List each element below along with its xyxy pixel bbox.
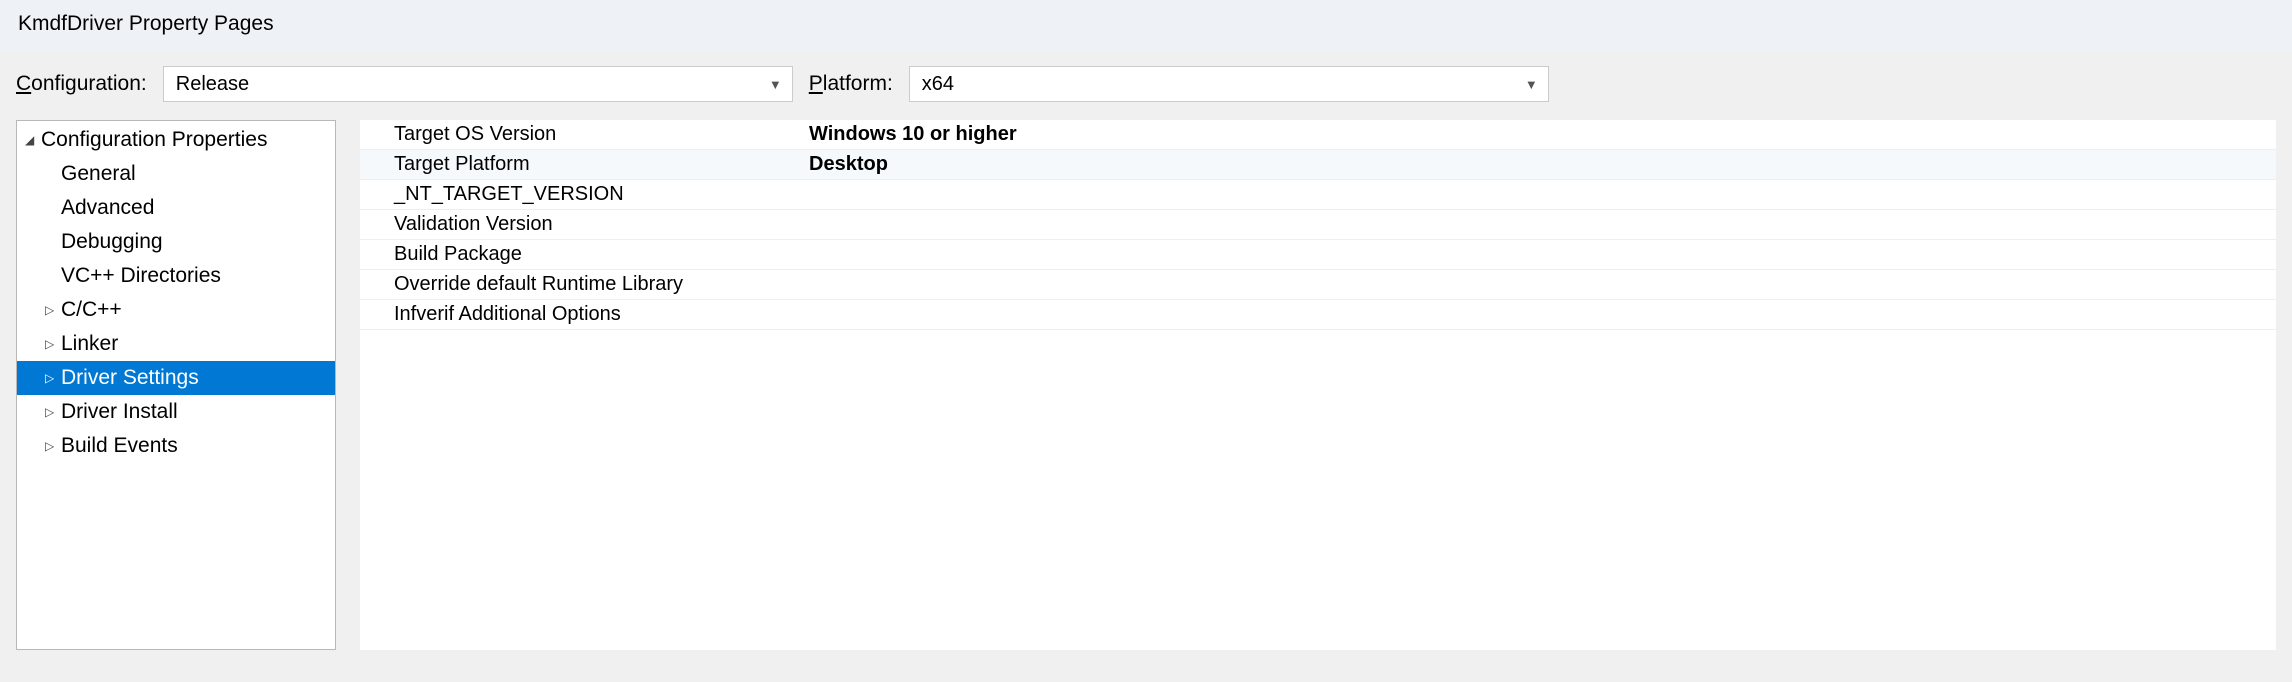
tree-root-configuration-properties[interactable]: ◢ Configuration Properties [17, 123, 335, 157]
grid-label: Target OS Version [360, 123, 805, 146]
tree-item-label: Driver Install [61, 397, 178, 427]
tree-expand-icon[interactable]: ▷ [45, 431, 59, 461]
tree-panel: ◢ Configuration Properties General Advan… [16, 120, 336, 650]
tree-item-debugging[interactable]: Debugging [17, 225, 335, 259]
platform-label: Platform: [809, 72, 893, 96]
grid-row-nt-target-version[interactable]: _NT_TARGET_VERSION [360, 180, 2276, 210]
window-title: KmdfDriver Property Pages [0, 0, 2292, 52]
tree-item-linker[interactable]: ▷ Linker [17, 327, 335, 361]
tree-root-label: Configuration Properties [41, 125, 267, 155]
tree-collapse-icon[interactable]: ◢ [25, 125, 39, 155]
chevron-down-icon: ▼ [769, 77, 782, 92]
configuration-value: Release [176, 73, 249, 96]
grid-row-infverif-options[interactable]: Infverif Additional Options [360, 300, 2276, 330]
tree-item-label: VC++ Directories [61, 261, 221, 291]
grid-label: _NT_TARGET_VERSION [360, 183, 805, 206]
tree-expand-icon[interactable]: ▷ [45, 295, 59, 325]
tree-item-label: Advanced [61, 193, 154, 223]
tree-item-label: General [61, 159, 136, 189]
tree-item-advanced[interactable]: Advanced [17, 191, 335, 225]
window-title-text: KmdfDriver Property Pages [18, 12, 274, 35]
main-area: ◢ Configuration Properties General Advan… [0, 120, 2292, 650]
tree-expand-icon[interactable]: ▷ [45, 397, 59, 427]
tree-item-build-events[interactable]: ▷ Build Events [17, 429, 335, 463]
configuration-label: Configuration: [16, 72, 147, 96]
config-bar: Configuration: Release ▼ Platform: x64 ▼ [0, 52, 2292, 120]
platform-dropdown[interactable]: x64 ▼ [909, 66, 1549, 102]
configuration-dropdown[interactable]: Release ▼ [163, 66, 793, 102]
tree-item-general[interactable]: General [17, 157, 335, 191]
tree-item-label: Build Events [61, 431, 178, 461]
grid-row-build-package[interactable]: Build Package [360, 240, 2276, 270]
tree-item-label: Linker [61, 329, 118, 359]
grid-row-target-os-version[interactable]: Target OS Version Windows 10 or higher [360, 120, 2276, 150]
tree-item-vcpp-directories[interactable]: VC++ Directories [17, 259, 335, 293]
tree-expand-icon[interactable]: ▷ [45, 363, 59, 393]
grid-label: Build Package [360, 243, 805, 266]
grid-row-validation-version[interactable]: Validation Version [360, 210, 2276, 240]
grid-value[interactable]: Windows 10 or higher [805, 123, 2276, 146]
grid-label: Infverif Additional Options [360, 303, 805, 326]
tree-item-label: Driver Settings [61, 363, 199, 393]
tree-item-ccpp[interactable]: ▷ C/C++ [17, 293, 335, 327]
grid-label: Override default Runtime Library [360, 273, 805, 296]
tree-item-driver-install[interactable]: ▷ Driver Install [17, 395, 335, 429]
tree-item-label: C/C++ [61, 295, 122, 325]
tree-item-driver-settings[interactable]: ▷ Driver Settings [17, 361, 335, 395]
grid-value[interactable]: Desktop [805, 153, 2276, 176]
grid-label: Validation Version [360, 213, 805, 236]
tree-item-label: Debugging [61, 227, 163, 257]
grid-label: Target Platform [360, 153, 805, 176]
chevron-down-icon: ▼ [1525, 77, 1538, 92]
grid-row-override-runtime-library[interactable]: Override default Runtime Library [360, 270, 2276, 300]
platform-value: x64 [922, 73, 954, 96]
tree-expand-icon[interactable]: ▷ [45, 329, 59, 359]
property-grid: Target OS Version Windows 10 or higher T… [360, 120, 2276, 650]
grid-row-target-platform[interactable]: Target Platform Desktop [360, 150, 2276, 180]
